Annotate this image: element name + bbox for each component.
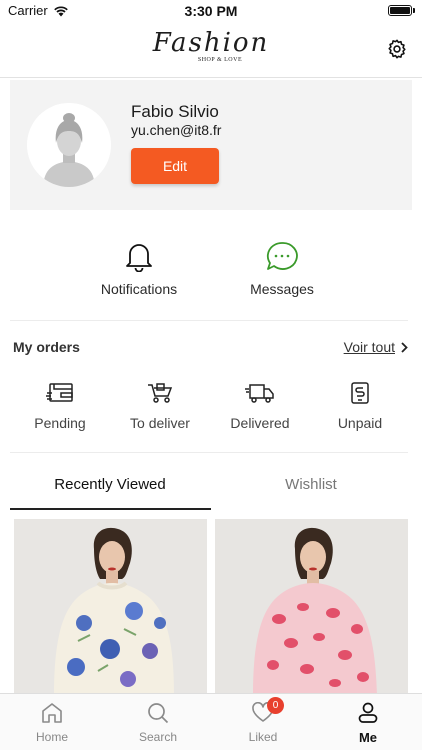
profile-email: yu.chen@it8.fr xyxy=(131,122,222,138)
edit-profile-button[interactable]: Edit xyxy=(131,148,219,184)
battery-icon xyxy=(388,5,412,16)
chevron-right-icon xyxy=(401,341,408,353)
battery-tip xyxy=(413,8,415,13)
messages-label: Messages xyxy=(250,281,314,297)
order-delivered-label: Delivered xyxy=(230,415,290,431)
product-card[interactable] xyxy=(14,519,207,695)
gear-icon xyxy=(388,39,406,59)
profile-name: Fabio Silvio xyxy=(131,102,219,121)
tab-bar-liked[interactable]: 0 Liked xyxy=(223,697,303,744)
tab-bar-home-label: Home xyxy=(35,730,68,744)
search-icon xyxy=(148,703,169,724)
phone-payment-icon xyxy=(351,382,369,404)
order-to-deliver[interactable]: To deliver xyxy=(115,382,205,431)
settings-button[interactable] xyxy=(386,38,408,60)
status-time: 3:30 PM xyxy=(184,3,238,19)
tab-bar-liked-label: Liked xyxy=(248,730,278,744)
bell-icon xyxy=(126,244,152,273)
tab-bar-home[interactable]: Home xyxy=(12,702,92,744)
orders-title: My orders xyxy=(13,339,80,355)
truck-icon xyxy=(245,384,274,403)
person-icon xyxy=(358,702,378,723)
status-bar: Carrier 3:30 PM xyxy=(0,0,422,22)
bottom-tab-bar: Home Search 0 Liked Me xyxy=(0,693,422,750)
profile-card: Fabio Silvio yu.chen@it8.fr Edit xyxy=(10,80,412,210)
tab-bar-search-label: Search xyxy=(138,730,178,744)
tab-active-indicator xyxy=(10,508,211,510)
section-divider xyxy=(10,320,408,321)
order-unpaid-label: Unpaid xyxy=(337,415,383,431)
avatar-placeholder-icon xyxy=(27,103,111,187)
product-image xyxy=(14,519,207,695)
tab-wishlist[interactable]: Wishlist xyxy=(211,476,411,493)
see-all-label: Voir tout xyxy=(343,339,395,355)
order-pending[interactable]: Pending xyxy=(15,382,105,431)
nav-bar: Fashion SHOP & LOVE xyxy=(0,24,422,78)
tab-recently-viewed[interactable]: Recently Viewed xyxy=(10,476,210,493)
product-card[interactable] xyxy=(215,519,408,695)
liked-badge: 0 xyxy=(267,697,284,714)
logo-subtitle: SHOP & LOVE xyxy=(197,57,243,63)
avatar[interactable] xyxy=(27,103,111,187)
see-all-orders-link[interactable]: Voir tout xyxy=(344,339,408,355)
notifications-shortcut[interactable]: Notifications xyxy=(79,240,199,297)
order-pending-label: Pending xyxy=(34,415,86,431)
notifications-label: Notifications xyxy=(100,281,178,297)
chat-bubble-icon xyxy=(266,242,298,270)
home-icon xyxy=(42,703,62,723)
section-divider xyxy=(10,452,408,453)
order-to-deliver-label: To deliver xyxy=(130,415,190,431)
tab-bar-me[interactable]: Me xyxy=(328,702,408,745)
tab-bar-me-label: Me xyxy=(358,730,378,745)
order-unpaid[interactable]: Unpaid xyxy=(315,382,405,431)
messages-shortcut[interactable]: Messages xyxy=(222,240,342,297)
logo-main: Fashion xyxy=(152,28,270,58)
order-delivered[interactable]: Delivered xyxy=(215,382,305,431)
wallet-icon xyxy=(46,383,73,402)
app-logo: Fashion SHOP & LOVE xyxy=(0,29,422,63)
product-image xyxy=(215,519,408,695)
tab-bar-search[interactable]: Search xyxy=(118,702,198,744)
cart-icon xyxy=(148,383,173,403)
